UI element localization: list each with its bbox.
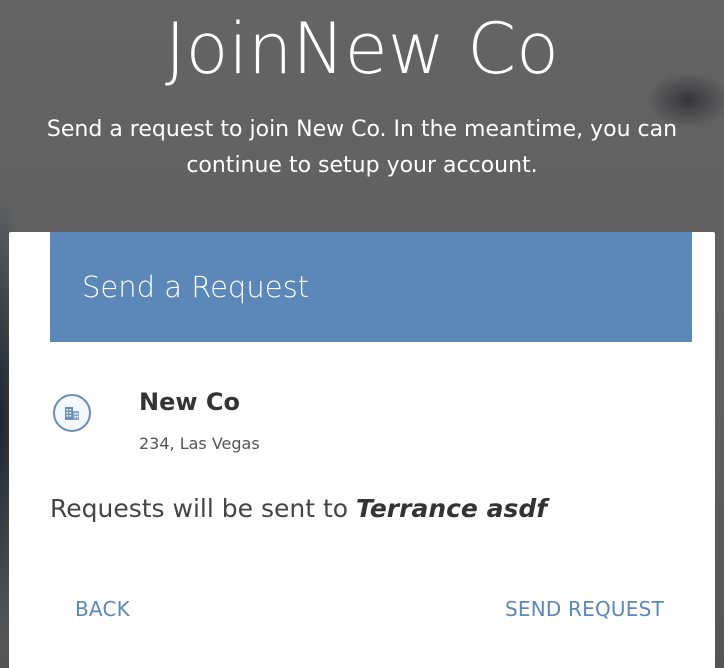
send-request-button[interactable]: SEND REQUEST: [505, 594, 664, 624]
request-prefix: Requests will be sent to: [50, 494, 356, 523]
back-button[interactable]: BACK: [75, 594, 130, 624]
page-title: JoinNew Co: [165, 8, 559, 90]
company-name: New Co: [139, 388, 240, 416]
page-subtitle: Send a request to join New Co. In the me…: [46, 117, 678, 178]
request-recipient-text: Requests will be sent to Terrance asdf: [50, 491, 547, 527]
request-recipient-name: Terrance asdf: [356, 494, 548, 523]
card-title: Send a Request: [82, 270, 310, 304]
card-header: Send a Request: [50, 232, 692, 342]
building-icon: [53, 394, 91, 432]
request-card: Send a Request New Co 234, Las Vegas Req…: [9, 232, 715, 668]
company-address: 234, Las Vegas: [139, 434, 260, 453]
